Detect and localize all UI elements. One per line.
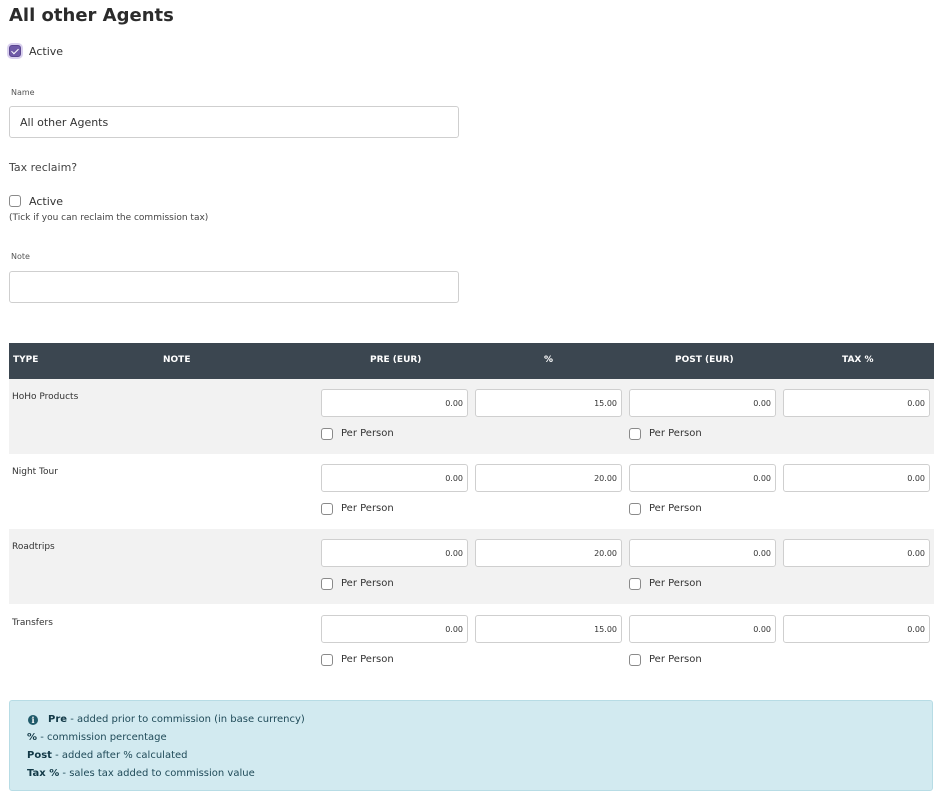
- row-type: Night Tour: [12, 467, 58, 477]
- info-icon: i: [28, 715, 38, 725]
- name-input[interactable]: [9, 106, 459, 138]
- tax-reclaim-checkbox-label: Active: [29, 195, 64, 208]
- tax-input[interactable]: [783, 389, 930, 417]
- active-checkbox-label: Active: [29, 45, 64, 58]
- info-tax-desc: - sales tax added to commission value: [59, 768, 255, 779]
- table-row: Transfers Per Person Per Person: [9, 605, 934, 680]
- pre-per-person-checkbox[interactable]: [321, 578, 333, 590]
- info-pct-line: % - commission percentage: [27, 732, 167, 743]
- pre-per-person-checkbox[interactable]: [321, 503, 333, 515]
- post-input[interactable]: [629, 539, 776, 567]
- pct-input[interactable]: [475, 539, 622, 567]
- pre-per-person-label: Per Person: [341, 578, 394, 589]
- tax-input[interactable]: [783, 615, 930, 643]
- active-checkbox[interactable]: [9, 45, 21, 57]
- pre-input[interactable]: [321, 464, 468, 492]
- info-tax-line: Tax % - sales tax added to commission va…: [27, 768, 255, 779]
- note-field-label: Note: [11, 252, 30, 261]
- header-pre: PRE (EUR): [370, 355, 422, 365]
- post-per-person-checkbox[interactable]: [629, 578, 641, 590]
- pre-per-person-label: Per Person: [341, 654, 394, 665]
- tax-input[interactable]: [783, 539, 930, 567]
- tax-reclaim-heading: Tax reclaim?: [9, 161, 78, 174]
- info-post-desc: - added after % calculated: [51, 750, 188, 761]
- post-per-person-checkbox[interactable]: [629, 428, 641, 440]
- post-input[interactable]: [629, 389, 776, 417]
- page-title: All other Agents: [9, 5, 174, 26]
- tax-reclaim-help: (Tick if you can reclaim the commission …: [9, 213, 209, 223]
- row-type: Transfers: [12, 618, 53, 628]
- tax-reclaim-checkbox[interactable]: [9, 195, 21, 207]
- post-per-person-checkbox[interactable]: [629, 503, 641, 515]
- pct-input[interactable]: [475, 615, 622, 643]
- name-field-label: Name: [11, 88, 35, 97]
- info-pre-term: Pre: [48, 714, 68, 725]
- table-row: Night Tour Per Person Per Person: [9, 454, 934, 529]
- header-note: NOTE: [163, 355, 191, 365]
- info-pre-line: Pre - added prior to commission (in base…: [48, 714, 305, 725]
- post-input[interactable]: [629, 615, 776, 643]
- pre-per-person-label: Per Person: [341, 503, 394, 514]
- table-row: HoHo Products Per Person Per Person: [9, 379, 934, 454]
- pre-per-person-checkbox[interactable]: [321, 428, 333, 440]
- post-per-person-label: Per Person: [649, 428, 702, 439]
- row-type: Roadtrips: [12, 542, 55, 552]
- pre-input[interactable]: [321, 615, 468, 643]
- row-type: HoHo Products: [12, 392, 79, 402]
- table-row: Roadtrips Per Person Per Person: [9, 529, 934, 604]
- info-tax-term: Tax %: [27, 768, 60, 779]
- info-post-line: Post - added after % calculated: [27, 750, 188, 761]
- post-per-person-checkbox[interactable]: [629, 654, 641, 666]
- header-post: POST (EUR): [675, 355, 734, 365]
- info-pre-desc: - added prior to commission (in base cur…: [67, 714, 305, 725]
- pct-input[interactable]: [475, 389, 622, 417]
- post-per-person-label: Per Person: [649, 654, 702, 665]
- post-input[interactable]: [629, 464, 776, 492]
- pct-input[interactable]: [475, 464, 622, 492]
- header-pct: %: [544, 355, 554, 365]
- table-header: TYPE NOTE PRE (EUR) % POST (EUR) TAX %: [9, 343, 934, 379]
- header-type: TYPE: [13, 355, 39, 365]
- post-per-person-label: Per Person: [649, 503, 702, 514]
- info-post-term: Post: [27, 750, 52, 761]
- pre-per-person-checkbox[interactable]: [321, 654, 333, 666]
- info-pct-desc: - commission percentage: [37, 732, 167, 743]
- info-box: i Pre - added prior to commission (in ba…: [9, 700, 933, 791]
- pre-input[interactable]: [321, 539, 468, 567]
- note-input[interactable]: [9, 271, 459, 303]
- tax-input[interactable]: [783, 464, 930, 492]
- header-tax: TAX %: [842, 355, 874, 365]
- post-per-person-label: Per Person: [649, 578, 702, 589]
- info-pct-term: %: [27, 732, 38, 743]
- pre-per-person-label: Per Person: [341, 428, 394, 439]
- pre-input[interactable]: [321, 389, 468, 417]
